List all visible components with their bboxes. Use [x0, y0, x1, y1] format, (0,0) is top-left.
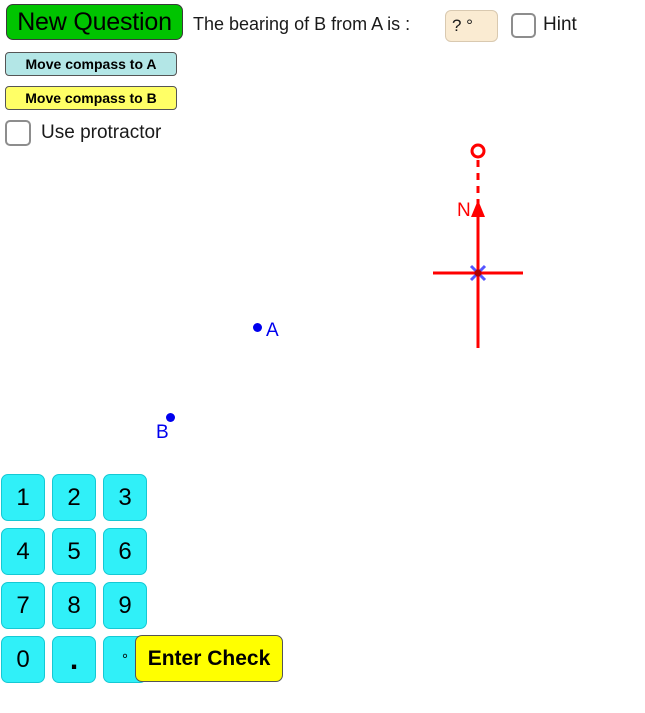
- key-0[interactable]: 0: [1, 636, 45, 683]
- key-3[interactable]: 3: [103, 474, 147, 521]
- key-decimal[interactable]: .: [52, 636, 96, 683]
- key-5[interactable]: 5: [52, 528, 96, 575]
- enter-check-button[interactable]: Enter Check: [135, 635, 283, 682]
- use-protractor-checkbox[interactable]: [5, 120, 31, 146]
- answer-input[interactable]: ? °: [445, 10, 498, 42]
- move-compass-to-a-button[interactable]: Move compass to A: [5, 52, 177, 76]
- point-b-label: B: [156, 422, 169, 443]
- compass-center-dot-icon[interactable]: [474, 269, 482, 277]
- new-question-button[interactable]: New Question: [6, 4, 183, 40]
- key-8[interactable]: 8: [52, 582, 96, 629]
- compass-north-label: N: [457, 200, 471, 221]
- key-6[interactable]: 6: [103, 528, 147, 575]
- compass-rotate-handle-icon[interactable]: [470, 143, 486, 159]
- point-a-marker[interactable]: [253, 323, 262, 332]
- key-7[interactable]: 7: [1, 582, 45, 629]
- compass-widget[interactable]: N: [420, 138, 540, 363]
- move-compass-to-b-button[interactable]: Move compass to B: [5, 86, 177, 110]
- compass-north-arrow-icon: [471, 200, 485, 217]
- key-2[interactable]: 2: [52, 474, 96, 521]
- diagram-canvas[interactable]: [0, 150, 645, 470]
- key-1[interactable]: 1: [1, 474, 45, 521]
- hint-label: Hint: [543, 14, 577, 35]
- bearing-prompt-text: The bearing of B from A is :: [193, 14, 411, 34]
- point-b-marker[interactable]: [166, 413, 175, 422]
- hint-checkbox[interactable]: [511, 13, 536, 38]
- use-protractor-label: Use protractor: [41, 122, 162, 143]
- key-4[interactable]: 4: [1, 528, 45, 575]
- point-a-label: A: [266, 320, 279, 341]
- key-9[interactable]: 9: [103, 582, 147, 629]
